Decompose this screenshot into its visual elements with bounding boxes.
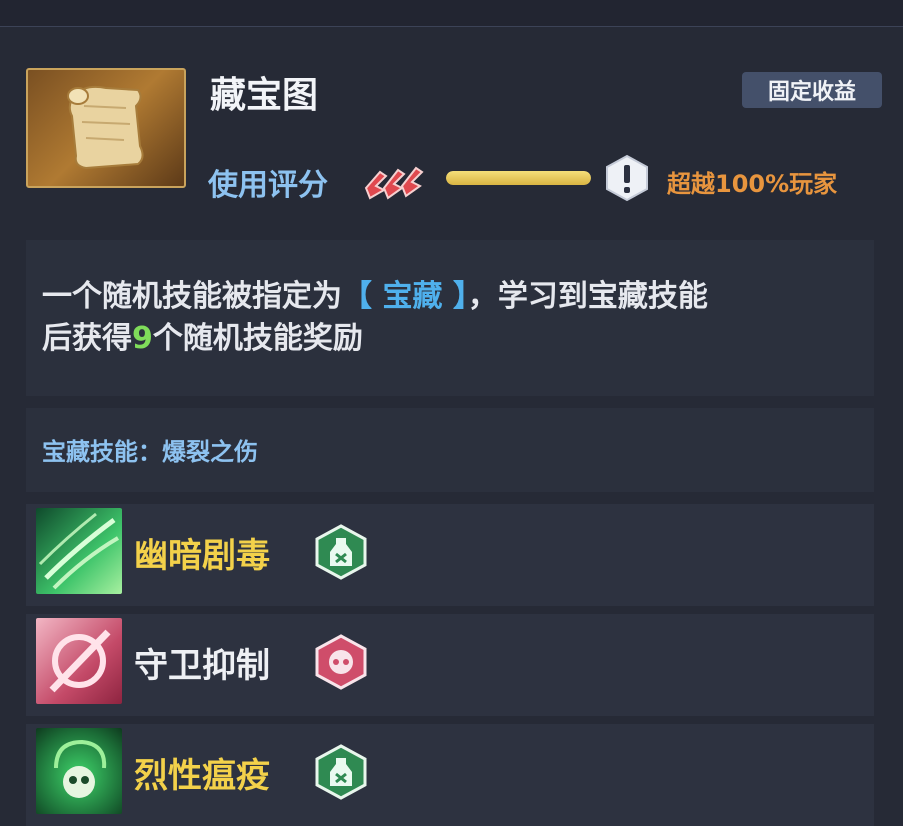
item-title: 藏宝图 xyxy=(210,75,319,116)
skill-name: 守卫抑制 xyxy=(134,646,270,686)
plague-skull-icon xyxy=(36,728,122,814)
score-label: 使用评分 xyxy=(208,168,328,203)
desc-text-2b: 个随机技能奖励 xyxy=(152,321,363,356)
skill-row[interactable]: 守卫抑制 xyxy=(26,614,874,716)
skill-name: 幽暗剧毒 xyxy=(134,536,270,576)
desc-text-2a: 后获得 xyxy=(42,321,132,356)
guard-suppress-icon xyxy=(36,618,122,704)
skill-row[interactable]: 幽暗剧毒 xyxy=(26,504,874,606)
description-line-2: 后获得9个随机技能奖励 xyxy=(42,318,852,360)
poison-bottle-hex-icon xyxy=(314,524,368,580)
skill-name: 烈性瘟疫 xyxy=(134,756,270,796)
poison-bottle-hex-icon xyxy=(314,744,368,800)
desc-count: 9 xyxy=(132,321,153,356)
description-line-1: 一个随机技能被指定为【 宝藏 】，学习到宝藏技能 xyxy=(42,276,852,318)
exclamation-hex-icon[interactable] xyxy=(604,154,650,202)
score-bar xyxy=(446,171,591,185)
score-bar-fill xyxy=(446,171,591,185)
treasure-map-icon xyxy=(26,68,186,188)
desc-text-1b: ，学习到宝藏技能 xyxy=(467,279,708,314)
desc-treasure-keyword: 【 宝藏 】 xyxy=(342,279,468,314)
surpass-text: 超越100%玩家 xyxy=(667,170,838,198)
sss-rank-icon xyxy=(362,158,430,202)
fixed-income-badge: 固定收益 xyxy=(742,72,882,108)
target-hex-icon xyxy=(314,634,368,690)
desc-text-1a: 一个随机技能被指定为 xyxy=(42,279,342,314)
treasure-skill-label: 宝藏技能：爆裂之伤 xyxy=(42,438,258,466)
dark-poison-claw-icon xyxy=(36,508,122,594)
item-description: 一个随机技能被指定为【 宝藏 】，学习到宝藏技能 后获得9个随机技能奖励 xyxy=(42,276,852,360)
skill-row[interactable]: 烈性瘟疫 xyxy=(26,724,874,826)
top-divider xyxy=(0,0,903,27)
